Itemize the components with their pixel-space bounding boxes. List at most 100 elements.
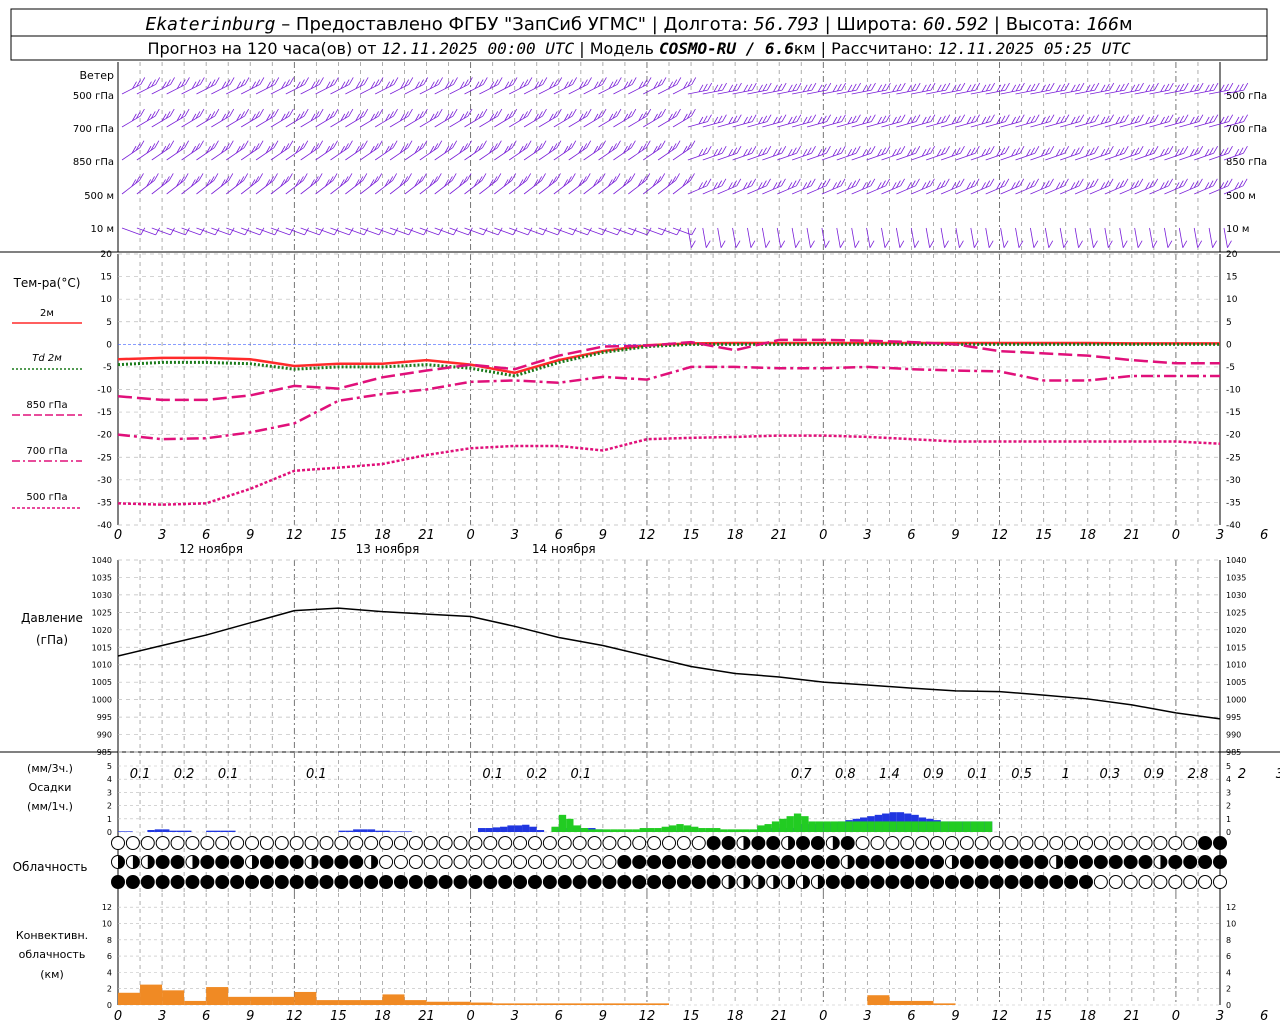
- wind-barb-feather: [274, 108, 279, 117]
- wind-barb-staff: [151, 180, 170, 195]
- cloud-cover-mark-full: [781, 855, 796, 869]
- wind-barb-feather: [497, 77, 503, 85]
- temp-y-tick-right: -35: [1226, 498, 1241, 508]
- wind-barb-staff: [895, 227, 901, 248]
- cloud-cover-mark-full: [989, 875, 1004, 889]
- wind-barb-staff: [315, 147, 334, 161]
- wind-barb-feather: [526, 140, 532, 148]
- wind-barb-staff: [330, 115, 350, 128]
- wind-barb-staff: [166, 84, 186, 95]
- wind-barb-feather: [228, 140, 234, 148]
- wind-barb-staff: [628, 84, 648, 95]
- cloud-cover-mark-empty: [1183, 875, 1198, 889]
- wind-barb-staff: [628, 115, 647, 128]
- precip-bar-blue: [206, 830, 214, 832]
- cloud-cover-mark-half-fill: [132, 855, 140, 869]
- wind-barb-feather: [1228, 82, 1234, 91]
- precip-bar-blue: [154, 829, 163, 832]
- wind-barb-feather: [198, 173, 204, 181]
- header-provider: – Предоставлено ФГБУ "ЗапСиб УГМС" | Дол…: [275, 14, 753, 35]
- cloud-cover-mark-full: [1064, 855, 1079, 869]
- header-line1: Ekaterinburg – Предоставлено ФГБУ "ЗапСи…: [145, 14, 1132, 35]
- precip-bar-blue: [360, 829, 368, 832]
- precip-bar-green: [815, 821, 824, 832]
- wind-barb-staff: [404, 227, 424, 236]
- header-start: 12.11.2025 00:00 UTC: [382, 39, 575, 58]
- wind-barb-feather: [615, 173, 621, 181]
- conv-hour-tick-label: 18: [727, 1009, 744, 1024]
- wind-barb-staff: [598, 84, 618, 95]
- temp-y-tick-right: -5: [1226, 363, 1235, 373]
- cloud-cover-mark-full: [1078, 855, 1093, 869]
- precip-bar-green: [896, 821, 905, 832]
- wind-barb-feather: [199, 140, 204, 148]
- wind-barb-feather: [377, 173, 383, 181]
- wind-barb-staff: [151, 147, 170, 161]
- cloud-cover-mark-full: [825, 855, 840, 869]
- precip-y-tick-right: 4: [1226, 775, 1231, 784]
- cloud-cover-mark-full: [691, 855, 706, 869]
- pressure-y-tick-right: 1025: [1226, 608, 1246, 617]
- wind-barb-feather: [1049, 82, 1055, 91]
- wind-barb-feather: [317, 173, 323, 181]
- precip-bar-green: [771, 821, 780, 832]
- wind-barb-feather: [527, 77, 533, 85]
- wind-barb-feather: [796, 178, 801, 187]
- wind-barb-feather: [1034, 146, 1040, 154]
- wind-barb-feather: [737, 82, 742, 91]
- precip-bar-green: [558, 814, 567, 832]
- precip-y-tick-right: 5: [1226, 762, 1231, 771]
- cloud-cover-mark-full: [572, 875, 587, 889]
- wind-barb-staff: [777, 185, 797, 195]
- cloud-cover-mark-full: [289, 855, 304, 869]
- wind-barb-feather: [1049, 114, 1055, 122]
- cloud-cover-mark-full: [215, 875, 230, 889]
- wind-barb-staff: [657, 147, 677, 161]
- cloud-cover-mark-half-fill: [758, 875, 765, 889]
- precip-bar-blue: [220, 830, 229, 832]
- conv-bar: [118, 992, 141, 1005]
- wind-barb-staff: [926, 152, 946, 161]
- conv-hour-tick-label: 12: [639, 1009, 656, 1024]
- conv-bar: [867, 995, 890, 1005]
- cloud-cover-mark-empty: [140, 836, 155, 850]
- cloud-cover-mark-half-fill: [832, 836, 840, 850]
- wind-barb-staff: [985, 227, 990, 248]
- wind-barb-feather: [1227, 240, 1232, 248]
- cloud-cover-mark-full: [185, 875, 200, 889]
- cloud-cover-mark-full: [662, 855, 676, 869]
- wind-barb-staff: [538, 227, 558, 236]
- wind-barb-staff: [330, 84, 350, 95]
- cloud-cover-mark-full: [1004, 875, 1019, 889]
- cloud-cover-mark-full: [230, 855, 245, 869]
- wind-barb-feather: [348, 227, 354, 236]
- cloud-cover-mark-full: [989, 855, 1004, 869]
- wind-barb-feather: [155, 227, 161, 236]
- wind-barb-feather: [930, 146, 936, 154]
- wind-barb-staff: [151, 115, 171, 128]
- precip-bar-green: [962, 821, 971, 832]
- wind-barb-staff: [613, 180, 632, 195]
- wind-barb-staff: [702, 152, 723, 161]
- wind-barb-feather: [1212, 240, 1217, 248]
- precip-bar-green: [977, 821, 985, 832]
- wind-barb-feather: [557, 108, 562, 117]
- wind-barb-feather: [170, 227, 175, 236]
- wind-barb-feather: [319, 77, 324, 85]
- wind-barb-feather: [154, 173, 159, 181]
- day-label: 13 ноября: [356, 542, 420, 556]
- conv-bar: [426, 1001, 449, 1005]
- wind-barb-staff: [285, 227, 305, 236]
- wind-barb-feather: [557, 227, 563, 236]
- wind-barb-feather: [1004, 178, 1010, 187]
- cloud-cover-mark-empty: [408, 836, 423, 850]
- wind-barb-staff: [449, 115, 469, 128]
- wind-barb-feather: [810, 240, 815, 248]
- wind-barb-staff: [1178, 227, 1184, 248]
- wind-barb-feather: [1019, 114, 1025, 122]
- wind-barb-staff: [255, 115, 275, 128]
- cloud-cover-mark-empty: [423, 836, 438, 850]
- wind-barb-feather: [1243, 82, 1249, 91]
- temp-hour-tick-label: 18: [727, 528, 744, 543]
- wind-barb-feather: [915, 114, 921, 122]
